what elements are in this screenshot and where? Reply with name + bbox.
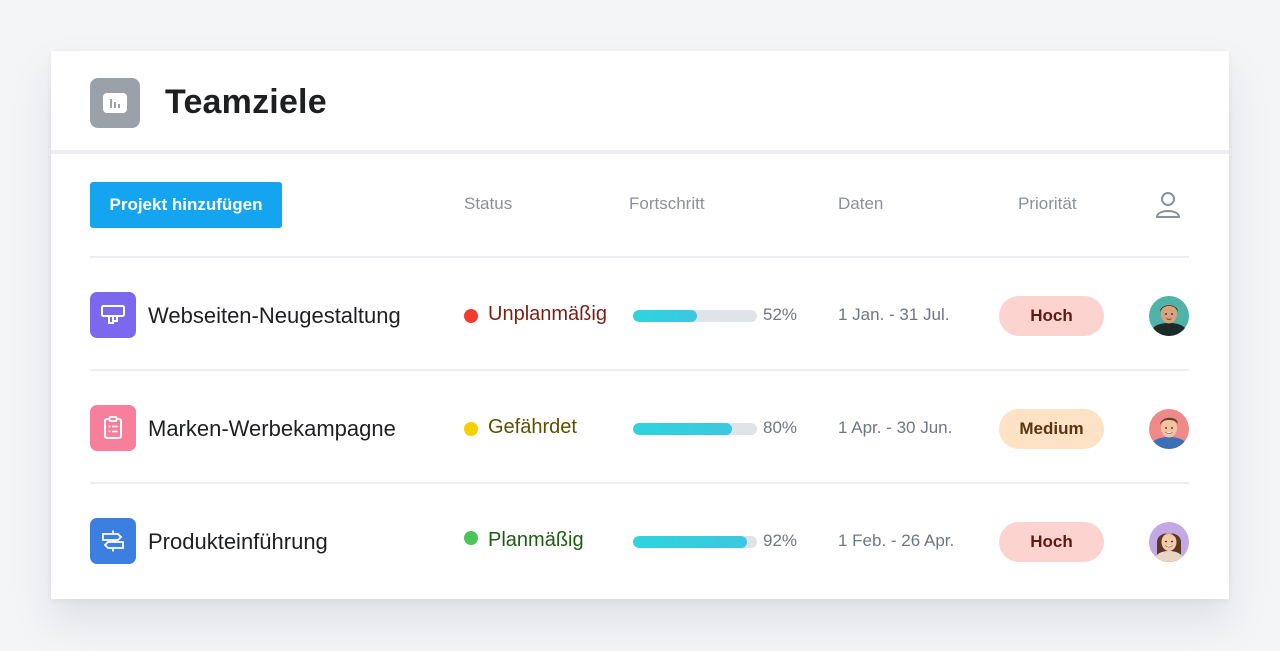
progress-fill: [633, 423, 733, 435]
progress-label: 52%: [763, 305, 798, 324]
column-header-progress[interactable]: Fortschritt: [629, 194, 705, 214]
progress-fill: [633, 310, 698, 322]
chart-icon: [90, 78, 140, 128]
status-dot: [464, 531, 478, 545]
column-header-dates[interactable]: Daten: [838, 194, 883, 214]
monitor-icon: [90, 292, 136, 338]
user-icon[interactable]: [1155, 191, 1181, 224]
priority-badge[interactable]: Medium: [999, 409, 1104, 449]
avatar[interactable]: [1149, 296, 1189, 336]
progress-bar: [633, 536, 757, 548]
progress-bar: [633, 423, 757, 435]
project-name[interactable]: Webseiten-Neugestaltung: [148, 303, 401, 329]
avatar[interactable]: [1149, 522, 1189, 562]
status-label: Unplanmäßig: [488, 303, 607, 325]
table-row[interactable]: Produkteinführung Planmäßig 92% 1 Feb. -…: [51, 511, 1229, 571]
divider: [90, 369, 1189, 371]
status-dot: [464, 422, 478, 436]
date-range: 1 Feb. - 26 Apr.: [838, 531, 955, 550]
card-header: Teamziele: [51, 51, 1229, 154]
status-label: Planmäßig: [488, 529, 584, 551]
page-title: Teamziele: [165, 83, 327, 121]
status-dot: [464, 309, 478, 323]
project-name[interactable]: Marken-Werbekampagne: [148, 416, 396, 442]
avatar[interactable]: [1149, 409, 1189, 449]
signpost-icon: [90, 518, 136, 564]
priority-badge[interactable]: Hoch: [999, 522, 1104, 562]
table-row[interactable]: Marken-Werbekampagne Gefährdet 80% 1 Apr…: [51, 398, 1229, 458]
divider: [90, 482, 1189, 484]
date-range: 1 Apr. - 30 Jun.: [838, 418, 953, 437]
divider: [90, 256, 1189, 258]
date-range: 1 Jan. - 31 Jul.: [838, 305, 950, 324]
clipboard-icon: [90, 405, 136, 451]
priority-badge[interactable]: Hoch: [999, 296, 1104, 336]
progress-bar: [633, 310, 757, 322]
team-goals-card: Teamziele Projekt hinzufügen Status Fort…: [51, 51, 1229, 599]
project-name[interactable]: Produkteinführung: [148, 529, 328, 555]
table-row[interactable]: Webseiten-Neugestaltung Unplanmäßig 52% …: [51, 285, 1229, 345]
column-header-status[interactable]: Status: [464, 194, 512, 214]
progress-label: 80%: [763, 418, 798, 437]
progress-label: 92%: [763, 531, 798, 550]
column-header-priority[interactable]: Priorität: [1018, 194, 1077, 214]
add-project-button[interactable]: Projekt hinzufügen: [90, 182, 282, 228]
progress-fill: [633, 536, 748, 548]
status-label: Gefährdet: [488, 416, 577, 438]
